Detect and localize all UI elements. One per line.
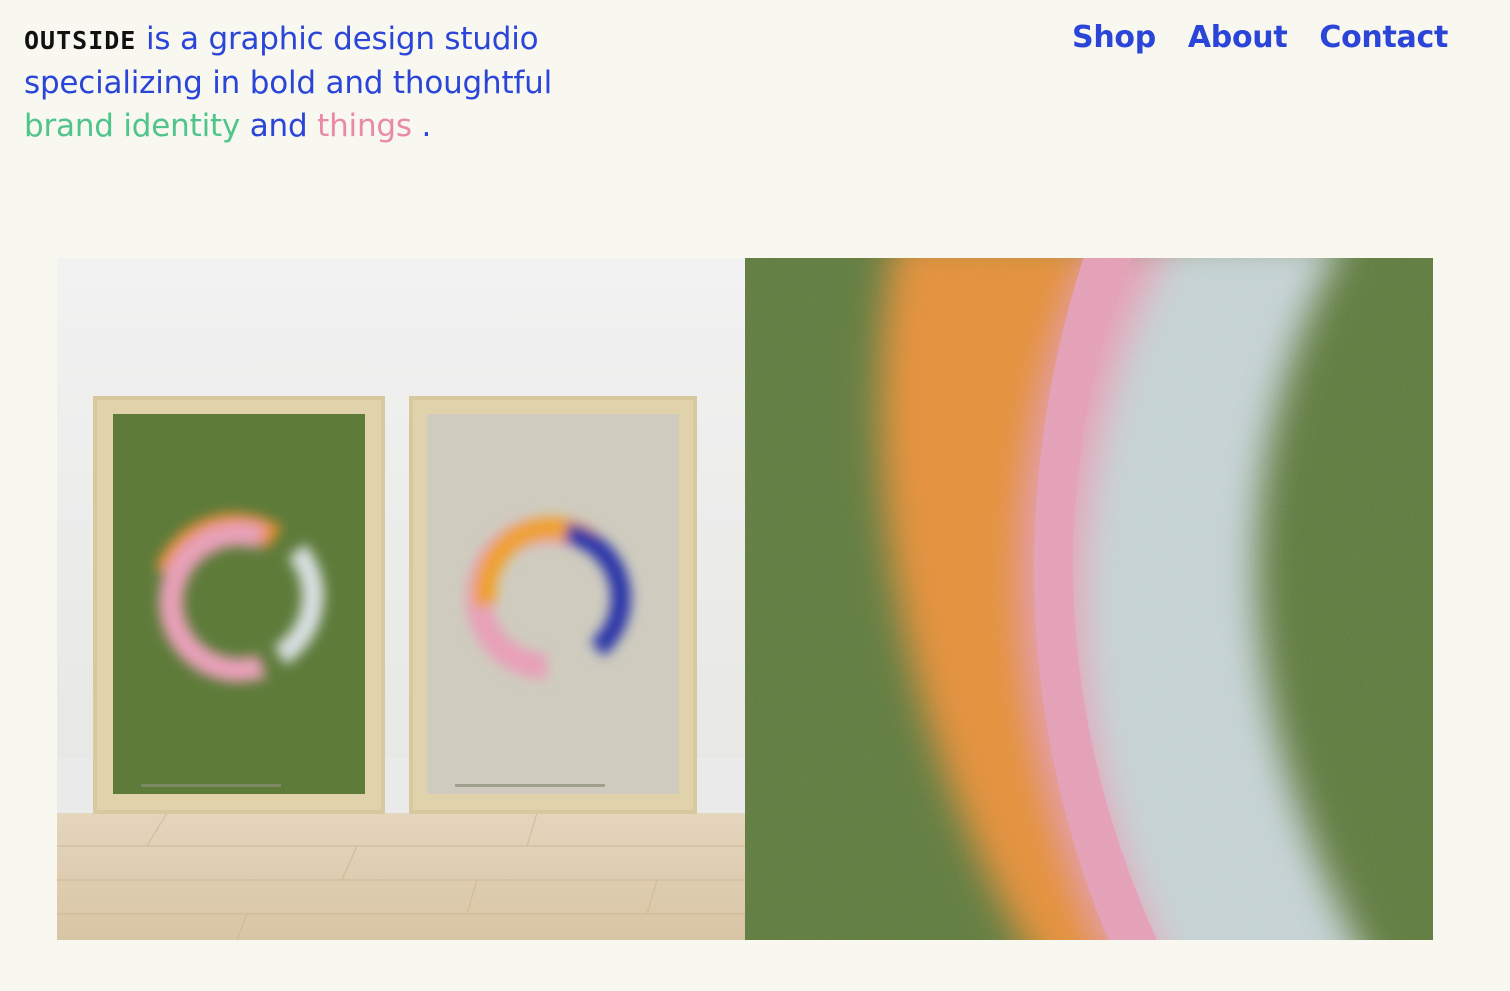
- framed-posters-image[interactable]: [57, 258, 745, 940]
- things-link[interactable]: things: [317, 108, 412, 144]
- project-gallery: [57, 258, 1433, 940]
- studio-logo[interactable]: OUTSIDE: [24, 26, 136, 55]
- poster-detail-image[interactable]: [745, 258, 1433, 940]
- connector-text: and: [249, 108, 308, 144]
- poster-closeup-illustration: [745, 258, 1433, 940]
- framed-posters-illustration: [57, 258, 745, 940]
- nav-contact[interactable]: Contact: [1319, 20, 1448, 55]
- brand-identity-link[interactable]: brand identity: [24, 108, 240, 144]
- nav-shop[interactable]: Shop: [1072, 20, 1156, 55]
- nav-about[interactable]: About: [1188, 20, 1288, 55]
- period-text: .: [421, 108, 432, 144]
- main-nav: Shop About Contact: [1072, 20, 1448, 55]
- studio-intro: OUTSIDE is a graphic design studio speci…: [24, 18, 584, 148]
